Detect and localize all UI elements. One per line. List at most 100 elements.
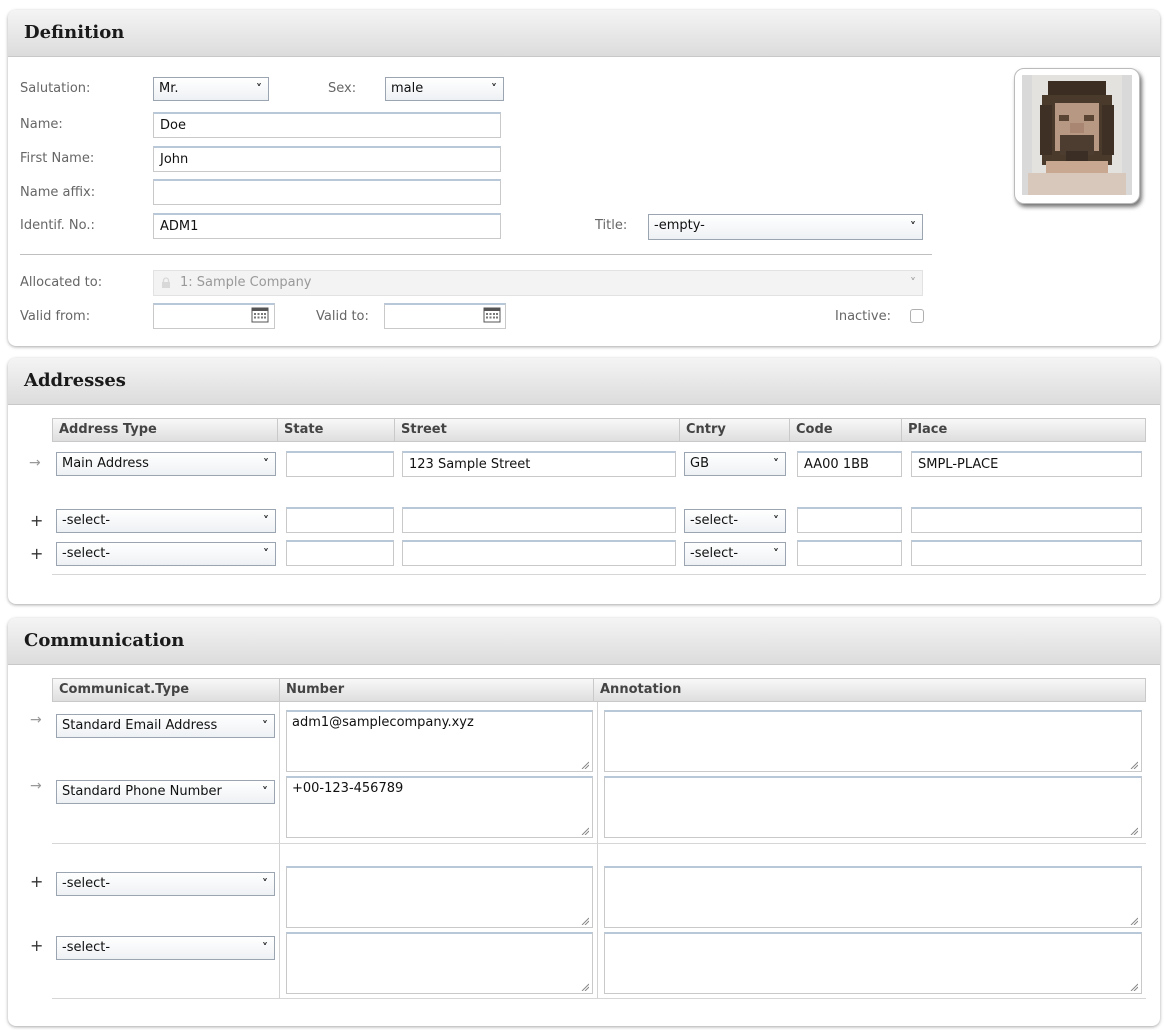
- communication-table-bottom-border: [52, 998, 1146, 999]
- communication-title: Communication: [24, 630, 185, 651]
- country-select[interactable]: -select- ˅: [684, 509, 786, 533]
- title-value: -empty-: [654, 218, 705, 233]
- chevron-down-icon: ˅: [910, 220, 916, 234]
- arrow-right-icon: →: [30, 778, 42, 794]
- chevron-down-icon: ˅: [263, 547, 269, 561]
- chevron-down-icon: ˅: [262, 941, 268, 955]
- valid-from-label: Valid from:: [20, 309, 91, 324]
- country-value: -select-: [690, 513, 739, 528]
- resize-grip-icon[interactable]: [581, 827, 589, 835]
- resize-grip-icon[interactable]: [1130, 761, 1138, 769]
- calendar-icon[interactable]: [251, 307, 269, 323]
- identif-label: Identif. No.:: [20, 218, 95, 233]
- name-affix-input[interactable]: [153, 179, 501, 205]
- column-header-state: State: [278, 419, 395, 441]
- country-value: -select-: [690, 546, 739, 561]
- column-header-address-type: Address Type: [53, 419, 278, 441]
- resize-grip-icon[interactable]: [581, 983, 589, 991]
- communication-row-divider: [52, 843, 1146, 844]
- country-select[interactable]: -select- ˅: [684, 542, 786, 566]
- address-type-select[interactable]: -select- ˅: [56, 509, 276, 533]
- plus-icon: +: [30, 544, 44, 563]
- chevron-down-icon: ˅: [263, 514, 269, 528]
- number-textarea[interactable]: [286, 932, 593, 994]
- resize-grip-icon[interactable]: [1130, 917, 1138, 925]
- number-textarea[interactable]: [286, 866, 593, 928]
- avatar[interactable]: [1014, 68, 1140, 204]
- allocated-select[interactable]: 1: Sample Company ˅: [153, 270, 923, 296]
- state-input[interactable]: [286, 507, 394, 533]
- address-type-select[interactable]: Main Address ˅: [56, 452, 276, 476]
- lock-icon: [162, 277, 170, 288]
- resize-grip-icon[interactable]: [581, 761, 589, 769]
- place-input[interactable]: SMPL-PLACE: [911, 451, 1142, 477]
- communication-type-value: -select-: [62, 876, 111, 891]
- communication-type-select[interactable]: -select- ˅: [56, 936, 275, 960]
- chevron-down-icon: ˅: [910, 276, 916, 290]
- column-header-street: Street: [395, 419, 680, 441]
- profile-photo: [1022, 75, 1132, 195]
- definition-header: Definition: [8, 10, 1160, 57]
- salutation-label: Salutation:: [20, 81, 91, 96]
- name-input[interactable]: Doe: [153, 112, 501, 138]
- column-header-communication-type: Communicat.Type: [53, 679, 280, 701]
- communication-type-select[interactable]: Standard Phone Number ˅: [56, 780, 275, 804]
- definition-panel: Definition Salutation: Mr. ˅ Sex: male ˅…: [8, 10, 1160, 346]
- chevron-down-icon: ˅: [262, 877, 268, 891]
- annotation-textarea[interactable]: [604, 776, 1142, 838]
- identif-input[interactable]: ADM1: [153, 213, 501, 239]
- chevron-down-icon: ˅: [256, 82, 262, 96]
- inactive-label: Inactive:: [835, 309, 891, 324]
- number-textarea[interactable]: adm1@samplecompany.xyz: [286, 710, 593, 772]
- annotation-textarea[interactable]: [604, 932, 1142, 994]
- chevron-down-icon: ˅: [773, 514, 779, 528]
- code-input[interactable]: [797, 540, 902, 566]
- chevron-down-icon: ˅: [262, 785, 268, 799]
- street-input[interactable]: [402, 540, 676, 566]
- addresses-table-header: Address Type State Street Cntry Code Pla…: [52, 418, 1146, 442]
- addresses-header: Addresses: [8, 358, 1160, 405]
- plus-icon: +: [30, 936, 44, 955]
- chevron-down-icon: ˅: [773, 547, 779, 561]
- address-type-value: Main Address: [62, 456, 149, 471]
- country-select[interactable]: GB ˅: [684, 452, 786, 476]
- communication-panel: Communication Communicat.Type Number Ann…: [8, 618, 1160, 1026]
- valid-to-label: Valid to:: [316, 309, 369, 324]
- state-input[interactable]: [286, 451, 394, 477]
- title-label: Title:: [595, 218, 628, 233]
- annotation-textarea[interactable]: [604, 866, 1142, 928]
- place-input[interactable]: [911, 540, 1142, 566]
- annotation-textarea[interactable]: [604, 710, 1142, 772]
- street-input[interactable]: [402, 507, 676, 533]
- resize-grip-icon[interactable]: [581, 917, 589, 925]
- code-input[interactable]: AA00 1BB: [797, 451, 902, 477]
- communication-type-select[interactable]: Standard Email Address ˅: [56, 714, 275, 738]
- address-type-select[interactable]: -select- ˅: [56, 542, 276, 566]
- first-name-input[interactable]: John: [153, 146, 501, 172]
- title-select[interactable]: -empty- ˅: [648, 214, 923, 240]
- street-input[interactable]: 123 Sample Street: [402, 451, 676, 477]
- state-input[interactable]: [286, 540, 394, 566]
- first-name-label: First Name:: [20, 151, 95, 166]
- number-textarea[interactable]: +00-123-456789: [286, 776, 593, 838]
- column-header-place: Place: [908, 422, 948, 437]
- code-input[interactable]: [797, 507, 902, 533]
- place-input[interactable]: [911, 507, 1142, 533]
- communication-type-select[interactable]: -select- ˅: [56, 872, 275, 896]
- sex-select[interactable]: male ˅: [385, 77, 504, 101]
- address-type-value: -select-: [62, 546, 111, 561]
- resize-grip-icon[interactable]: [1130, 827, 1138, 835]
- name-affix-label: Name affix:: [20, 185, 96, 200]
- salutation-select[interactable]: Mr. ˅: [153, 77, 269, 101]
- communication-type-value: -select-: [62, 940, 111, 955]
- chevron-down-icon: ˅: [262, 719, 268, 733]
- calendar-icon[interactable]: [483, 307, 501, 323]
- communication-type-value: Standard Phone Number: [62, 784, 222, 799]
- column-header-country: Cntry: [680, 419, 790, 441]
- country-value: GB: [690, 456, 709, 471]
- arrow-right-icon: →: [29, 455, 41, 471]
- resize-grip-icon[interactable]: [1130, 983, 1138, 991]
- column-separator: [279, 702, 280, 998]
- name-label: Name:: [20, 117, 63, 132]
- inactive-checkbox[interactable]: [910, 309, 924, 323]
